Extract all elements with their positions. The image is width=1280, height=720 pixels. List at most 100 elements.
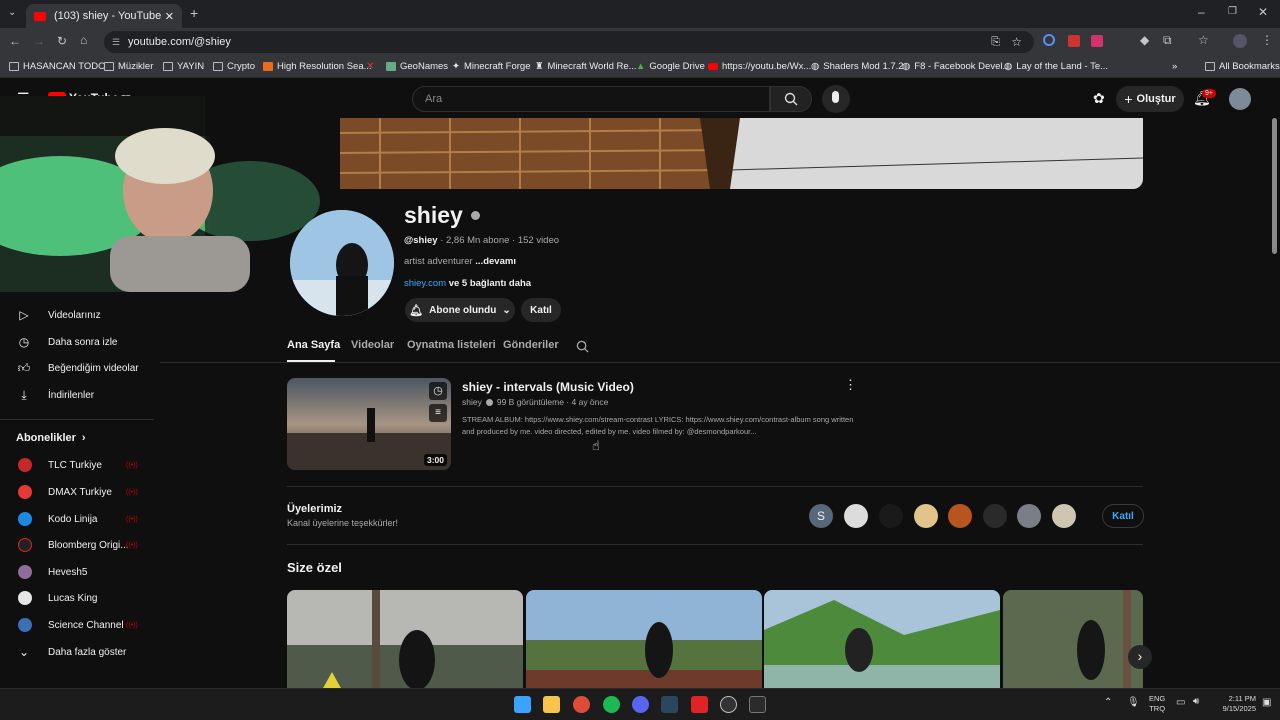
menu-kebab-icon[interactable]: ⋮ xyxy=(1261,33,1273,47)
back-icon[interactable]: ← xyxy=(9,34,21,48)
notification-center-icon[interactable]: ▣ xyxy=(1262,697,1271,708)
member-avatar[interactable] xyxy=(1052,504,1076,528)
tab-playlists[interactable]: Oynatma listeleri xyxy=(407,339,496,351)
watch-later-icon[interactable]: ◷ xyxy=(429,382,447,400)
members-join-button[interactable]: Katıl xyxy=(1102,504,1144,528)
sidebar-sub-tlc[interactable]: TLC Turkiye ((•)) xyxy=(0,452,154,478)
sidebar-item-downloads[interactable]: ⤓ İndirilenler xyxy=(0,382,154,408)
tab-home[interactable]: Ana Sayfa xyxy=(287,339,340,351)
forward-icon[interactable]: → xyxy=(33,34,45,48)
file-explorer-icon[interactable] xyxy=(543,696,560,713)
channel-avatar-large[interactable] xyxy=(290,210,394,316)
video-card[interactable] xyxy=(526,590,762,690)
tab-close-icon[interactable]: ✕ xyxy=(165,10,174,23)
new-tab-icon[interactable]: + xyxy=(190,5,198,21)
mic-tray-icon[interactable]: 🎙︎ xyxy=(1127,697,1140,708)
member-avatar[interactable]: S xyxy=(809,504,833,528)
sidebar-item-watch-later[interactable]: ◷ Daha sonra izle xyxy=(0,329,154,355)
volume-icon[interactable]: 🔊︎ xyxy=(1193,696,1199,707)
bookmark-link[interactable]: ◍ Shaders Mod 1.7.2 xyxy=(811,61,904,72)
windows-start-icon[interactable] xyxy=(514,696,531,713)
bookmark-link[interactable]: ✕ xyxy=(366,61,374,72)
sidebar-show-more[interactable]: ⌄ Daha fazla göster xyxy=(0,639,154,665)
extension-1-icon[interactable] xyxy=(1043,34,1055,46)
member-avatar[interactable] xyxy=(914,504,938,528)
sidebar-sub-dmax[interactable]: DMAX Turkiye ((•)) xyxy=(0,479,154,505)
more-links[interactable]: ve 5 bağlantı daha xyxy=(446,278,531,289)
extensions-puzzle-icon[interactable]: ⧉ xyxy=(1163,33,1172,48)
sidebar-sub-science-channel[interactable]: Science Channel ((•)) xyxy=(0,612,154,638)
channel-search-icon[interactable] xyxy=(576,340,589,353)
language-indicator[interactable]: ENG TRQ xyxy=(1149,694,1165,714)
bookmark-folder[interactable]: Crypto xyxy=(213,61,255,72)
reading-list-icon[interactable]: ☆ xyxy=(1198,33,1209,47)
bookmark-folder[interactable]: HASANCAN TODO xyxy=(9,61,106,72)
bookmark-star-icon[interactable]: ☆ xyxy=(1011,35,1022,49)
extension-4-icon[interactable]: ◆ xyxy=(1140,33,1149,47)
bookmark-link[interactable]: ▲ Google Drive xyxy=(636,61,705,72)
all-bookmarks-button[interactable]: All Bookmarks xyxy=(1205,61,1280,72)
search-button[interactable] xyxy=(770,86,812,112)
create-button[interactable]: + Oluştur xyxy=(1116,86,1184,112)
spotify-icon[interactable] xyxy=(603,696,620,713)
video-card[interactable] xyxy=(764,590,1000,690)
scrollbar-thumb[interactable] xyxy=(1272,118,1277,254)
browser-tab[interactable]: (103) shiey - YouTube ✕ xyxy=(26,4,182,28)
bookmark-link[interactable]: ♜ Minecraft World Re... xyxy=(535,61,637,72)
more-link[interactable]: ...devamı xyxy=(475,256,516,267)
video-card[interactable] xyxy=(1003,590,1143,690)
tray-overflow-icon[interactable]: ⌃ xyxy=(1104,697,1112,708)
bookmark-folder[interactable]: YAYIN xyxy=(163,61,204,72)
member-avatar[interactable] xyxy=(879,504,903,528)
account-avatar[interactable] xyxy=(1229,88,1251,110)
channel-description[interactable]: artist adventurer ...devamı xyxy=(404,256,516,267)
home-icon[interactable]: ⌂ xyxy=(80,33,87,47)
member-avatar[interactable] xyxy=(1017,504,1041,528)
discord-icon[interactable] xyxy=(632,696,649,713)
chrome-icon[interactable] xyxy=(573,696,590,713)
join-button[interactable]: Katıl xyxy=(521,298,561,322)
featured-thumbnail[interactable]: ◷ ≡ 3:00 xyxy=(287,378,451,470)
profile-avatar[interactable] xyxy=(1233,34,1247,48)
sidebar-item-liked-videos[interactable]: 👍︎ Beğendiğim videolar xyxy=(0,355,154,381)
obs-icon[interactable] xyxy=(720,696,737,713)
bookmarks-overflow-icon[interactable]: » xyxy=(1172,61,1177,72)
steam-icon[interactable] xyxy=(661,696,678,713)
carousel-next-button[interactable]: › xyxy=(1128,645,1152,669)
install-icon[interactable]: ⎘ xyxy=(991,36,1000,49)
url-input[interactable]: ☰ youtube.com/@shiey ⎘ ☆ xyxy=(104,31,1034,53)
bookmark-link[interactable]: ◍ F8 - Facebook Devel... xyxy=(902,61,1010,72)
network-icon[interactable]: ▭ xyxy=(1176,697,1185,708)
premium-icon[interactable]: ✿ xyxy=(1093,90,1105,107)
bookmark-folder[interactable]: Müzikler xyxy=(104,61,153,72)
sidebar-item-your-videos[interactable]: ▷ Videolarınız xyxy=(0,302,154,328)
maximize-icon[interactable]: ❐ xyxy=(1228,6,1237,17)
search-input[interactable]: Ara xyxy=(412,86,770,112)
close-window-icon[interactable]: ✕ xyxy=(1258,5,1268,19)
minimize-icon[interactable]: – xyxy=(1198,5,1205,19)
terminal-icon[interactable] xyxy=(749,696,766,713)
sidebar-sub-hevesh5[interactable]: Hevesh5 xyxy=(0,559,154,585)
bookmark-link[interactable]: ◍ Lay of the Land - Te... xyxy=(1004,61,1108,72)
sidebar-sub-bloomberg[interactable]: Bloomberg Origi... ((•)) xyxy=(0,532,154,558)
voice-search-button[interactable] xyxy=(822,85,850,113)
bookmark-link[interactable]: High Resolution Sea... xyxy=(263,61,372,72)
bookmark-link[interactable]: https://youtu.be/Wx... xyxy=(708,61,811,72)
bookmark-link[interactable]: GeoNames xyxy=(386,61,448,72)
tab-search-icon[interactable]: ⌄ xyxy=(8,7,16,18)
member-avatar[interactable] xyxy=(844,504,868,528)
video-card[interactable] xyxy=(287,590,523,690)
website-link[interactable]: shiey.com xyxy=(404,278,446,289)
sidebar-sub-lucas-king[interactable]: Lucas King xyxy=(0,585,154,611)
add-to-queue-icon[interactable]: ≡ xyxy=(429,404,447,422)
subscribed-button[interactable]: 🔔︎ Abone olundu ⌄ xyxy=(405,298,515,322)
featured-title[interactable]: shiey - intervals (Music Video) xyxy=(462,380,634,394)
sidebar-sub-kodo[interactable]: Kodo Linija ((•)) xyxy=(0,506,154,532)
bookmark-link[interactable]: ✦ Minecraft Forge xyxy=(452,61,531,72)
subscriptions-heading[interactable]: Abonelikler › xyxy=(16,432,86,444)
member-avatar[interactable] xyxy=(983,504,1007,528)
more-actions-icon[interactable]: ⋮ xyxy=(844,377,857,393)
extension-2-icon[interactable] xyxy=(1068,35,1080,47)
extension-3-icon[interactable] xyxy=(1091,35,1103,47)
clock[interactable]: 2:11 PM 9/15/2025 xyxy=(1210,694,1256,714)
